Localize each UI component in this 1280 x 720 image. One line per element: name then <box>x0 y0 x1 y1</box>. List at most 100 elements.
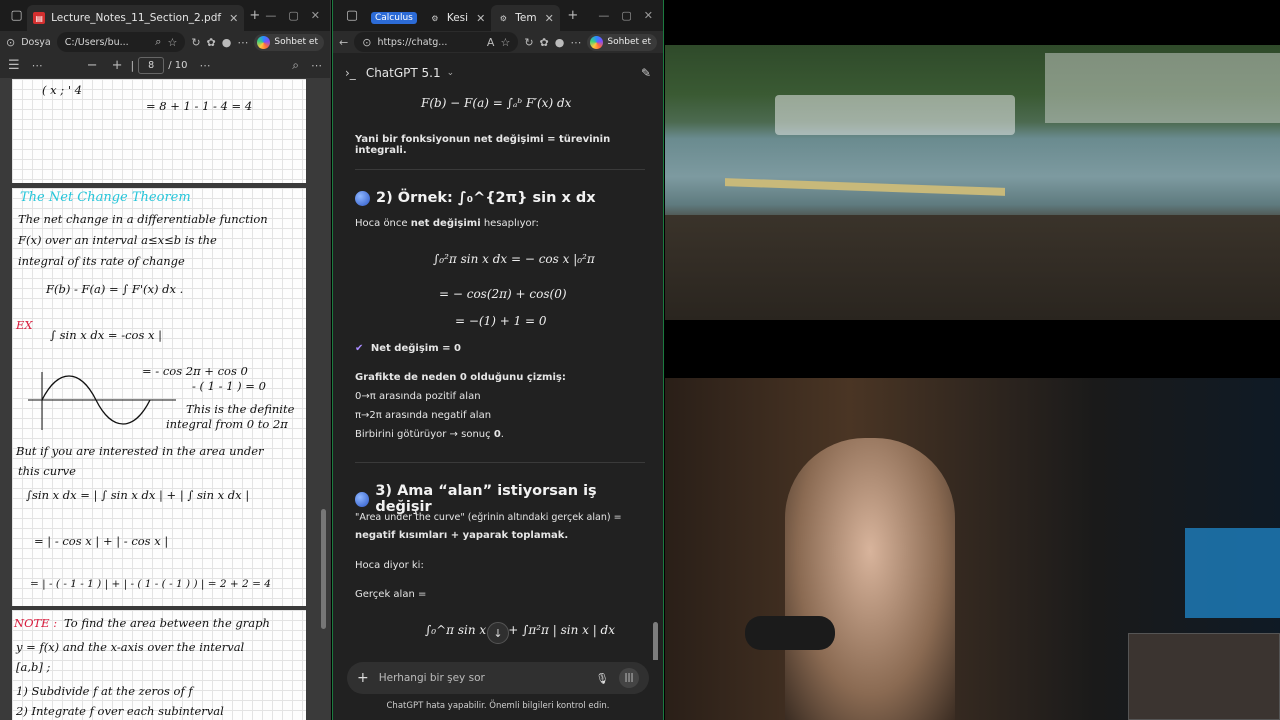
address-scheme-label: Dosya <box>21 36 51 48</box>
pdf-scrollbar[interactable] <box>321 509 326 629</box>
new-chat-icon[interactable]: ✎ <box>641 66 651 80</box>
why-item-3-bold: 0 <box>493 429 501 440</box>
read-aloud-icon[interactable]: A <box>487 36 495 49</box>
note-ex-label: EX <box>16 318 33 332</box>
address-field[interactable]: C:/Users/bu... ⌕ ☆ <box>56 32 186 52</box>
composer-placeholder[interactable]: Herhangi bir şey sor <box>379 672 485 684</box>
tab-actions-icon[interactable]: ▢ <box>6 8 27 23</box>
microphone-image <box>745 616 835 650</box>
refresh-icon[interactable]: ↻ <box>191 36 200 49</box>
message-composer[interactable]: + Herhangi bir şey sor 🎙 ||| <box>347 662 649 694</box>
blue-circle-icon <box>355 190 370 206</box>
copilot-button[interactable]: Sohbet et <box>254 33 324 51</box>
maximize-icon[interactable]: ▢ <box>288 9 298 22</box>
tab-pdf[interactable]: ▤ Lecture_Notes_11_Section_2.pdf ✕ <box>27 5 245 31</box>
tab-actions-icon[interactable]: ▢ <box>339 8 365 23</box>
section2-intro: Hoca önce net değişimi hesaplıyor: <box>355 218 645 229</box>
section3-p3: Hoca diyor ki: <box>355 560 424 571</box>
pdf-page-top: ( x ; ' 4 = 8 + 1 - 1 - 4 = 4 <box>12 79 306 183</box>
note-area-line3: ∫sin x dx = | ∫ sin x dx | + | ∫ sin x d… <box>26 488 250 502</box>
chat-address-bar: ← ⊙ https://chatg... A ☆ ↻ ✿ ● ⋯ Sohbet … <box>333 31 663 53</box>
rowing-boat-image <box>725 178 1005 196</box>
copilot-label: Sohbet et <box>607 37 651 47</box>
why-item-2: π→2π arasında negatif alan <box>355 410 492 421</box>
pdf-file-icon: ▤ <box>33 12 46 24</box>
extensions-icon[interactable]: ✿ <box>207 36 216 49</box>
zoom-icon[interactable]: ⌕ <box>155 35 161 49</box>
page-number-input[interactable]: 8 <box>138 57 165 74</box>
voice-mode-icon[interactable]: ||| <box>619 668 639 688</box>
refresh-icon[interactable]: ↻ <box>524 36 533 49</box>
disclaimer-text: ChatGPT hata yapabilir. Önemli bilgileri… <box>386 701 610 711</box>
note-ex-line5: integral from 0 to 2π <box>166 417 288 431</box>
tab-kesi[interactable]: ⚙ Kesi ✕ <box>423 5 491 31</box>
note-line1: To find the area between the graph <box>64 616 270 630</box>
site-info-icon[interactable]: ⊙ <box>6 36 15 49</box>
minimize-icon[interactable]: — <box>598 9 609 22</box>
close-tab-icon[interactable]: ✕ <box>476 12 485 25</box>
math-line4: ∫₀^π sin x dx + ∫π²π | sin x | dx <box>425 623 616 637</box>
zoom-in-icon[interactable]: + <box>112 58 123 73</box>
close-tab-icon[interactable]: ✕ <box>545 12 554 25</box>
minimize-icon[interactable]: — <box>265 9 276 22</box>
why-item-3-pre: Birbirini götürüyor → sonuç <box>355 429 494 440</box>
page-view-more-icon[interactable]: ⋯ <box>199 59 210 72</box>
monitor-glow-image <box>1185 528 1280 618</box>
section3-p2: negatif kısımları + yaparak toplamak. <box>355 530 569 541</box>
why-item-3-post: . <box>500 429 504 440</box>
crowd-image <box>665 215 1280 320</box>
attach-plus-icon[interactable]: + <box>357 670 369 686</box>
note-area-line5: = | - ( - 1 - 1 ) | + | - ( 1 - ( - 1 ) … <box>30 578 271 590</box>
section2-intro-post: hesaplıyor: <box>480 218 539 229</box>
pdf-more-icon[interactable]: ⋯ <box>311 59 322 72</box>
scroll-down-arrow-icon[interactable]: ↓ <box>487 622 509 644</box>
note-ex-line4: This is the definite <box>186 402 295 416</box>
profile-avatar-icon[interactable]: ● <box>555 36 565 49</box>
tab-tem[interactable]: ⚙ Tem ✕ <box>491 5 560 31</box>
back-arrow-icon[interactable]: ← <box>339 36 348 49</box>
favorite-star-icon[interactable]: ☆ <box>500 36 510 49</box>
section2-intro-pre: Hoca önce <box>355 218 411 229</box>
section2-intro-bold: net değişimi <box>410 218 481 229</box>
pdf-document-area[interactable]: ( x ; ' 4 = 8 + 1 - 1 - 4 = 4 The Net Ch… <box>0 79 331 720</box>
address-field[interactable]: ⊙ https://chatg... A ☆ <box>354 32 519 52</box>
extensions-icon[interactable]: ✿ <box>540 36 549 49</box>
note-line3: [a,b] ; <box>16 660 51 674</box>
pdf-address-bar: ⊙ Dosya C:/Users/bu... ⌕ ☆ ↻ ✿ ● ⋯ Sohbe… <box>0 31 330 53</box>
more-menu-icon[interactable]: ⋯ <box>570 36 581 49</box>
note-para2: F(x) over an interval a≤x≤b is the <box>18 233 217 247</box>
more-menu-icon[interactable]: ⋯ <box>237 36 248 49</box>
close-tab-icon[interactable]: ✕ <box>229 12 238 25</box>
profile-avatar-icon[interactable]: ● <box>222 36 232 49</box>
sidebar-toggle-icon[interactable]: ›_ <box>345 66 356 80</box>
zoom-out-icon[interactable]: − <box>87 58 98 73</box>
check-line: ✔ Net değişim = 0 <box>355 343 645 354</box>
contents-list-icon[interactable]: ☰ <box>8 58 20 73</box>
maximize-icon[interactable]: ▢ <box>621 9 631 22</box>
new-tab-icon[interactable]: + <box>560 8 586 23</box>
divider-icon: | <box>130 59 135 72</box>
pdf-page-main: The Net Change Theorem The net change in… <box>12 188 306 606</box>
section3-heading: 3) Ama “alan” istiyorsan iş değişir <box>355 483 645 515</box>
copilot-button[interactable]: Sohbet et <box>587 33 657 51</box>
chat-scrollbar[interactable] <box>653 622 658 660</box>
toolbar-more-icon[interactable]: ⋯ <box>32 59 43 72</box>
favorite-star-icon[interactable]: ☆ <box>167 36 177 49</box>
new-tab-icon[interactable]: + <box>244 8 265 23</box>
desktop: ▢ ▤ Lecture_Notes_11_Section_2.pdf ✕ + —… <box>0 0 1280 720</box>
microphone-icon[interactable]: 🎙 <box>596 672 609 685</box>
pdf-titlebar: ▢ ▤ Lecture_Notes_11_Section_2.pdf ✕ + —… <box>0 0 330 31</box>
video-player-rowing-scene[interactable] <box>665 45 1280 320</box>
pdf-toolbar: ☰ ⋯ − + | 8 / 10 ⋯ ⌕ ⋯ <box>0 53 330 79</box>
chat-message-area: F(b) − F(a) = ∫ₐᵇ F′(x) dx Yani bir fonk… <box>333 82 663 660</box>
tab-calculus[interactable]: Calculus <box>365 5 423 31</box>
close-window-icon[interactable]: ✕ <box>644 9 653 22</box>
summary-bold1: fonksiyonun net değişimi <box>401 134 544 145</box>
close-window-icon[interactable]: ✕ <box>311 9 320 22</box>
search-icon[interactable]: ⌕ <box>292 58 299 73</box>
note-line4: 1) Subdivide f at the zeros of f <box>16 684 193 698</box>
chevron-down-icon[interactable]: ⌄ <box>447 68 455 78</box>
note-area-line2: this curve <box>18 464 76 478</box>
model-selector[interactable]: ChatGPT 5.1 <box>366 66 441 80</box>
site-info-icon[interactable]: ⊙ <box>362 36 371 49</box>
